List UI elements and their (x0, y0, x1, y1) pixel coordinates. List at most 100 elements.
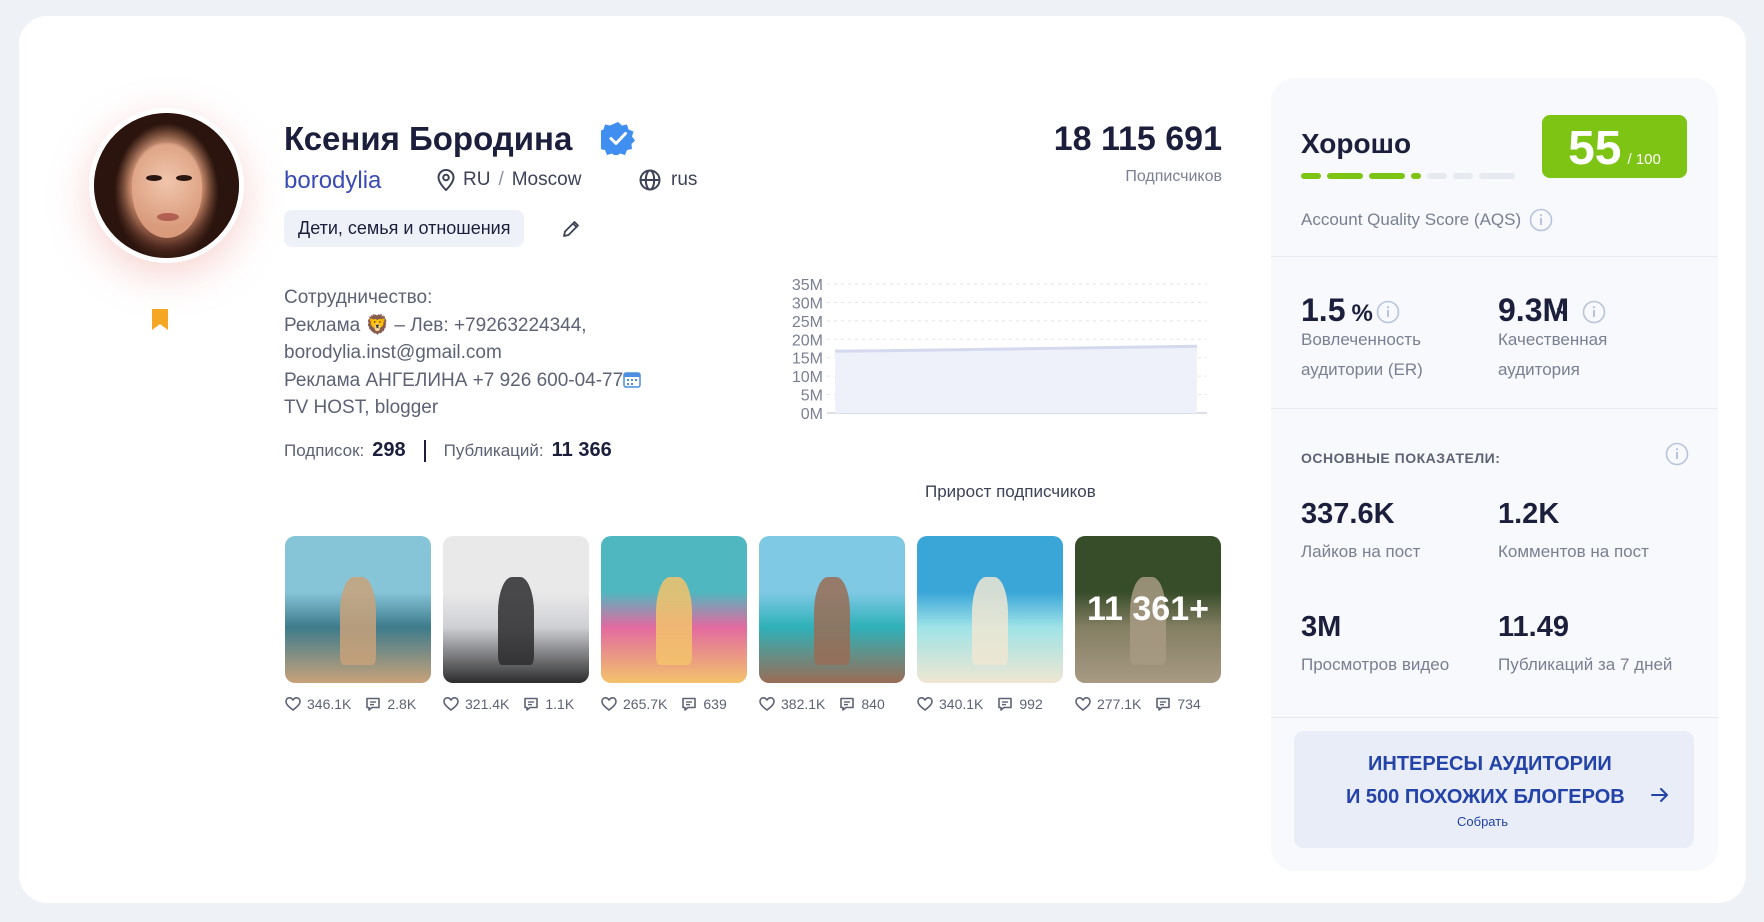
avatar[interactable] (89, 108, 244, 263)
heart-icon (1075, 696, 1091, 712)
post-stats: 382.1K 840 (759, 696, 905, 712)
weekly-posts-label: Публикаций за 7 дней (1498, 655, 1673, 674)
post-card[interactable]: 11 361+ 277.1K 734 (1075, 536, 1221, 712)
comment-icon (524, 697, 539, 711)
quality-bar-segment (1327, 173, 1363, 179)
comment-icon (998, 697, 1013, 711)
video-views-label: Просмотров видео (1301, 655, 1450, 674)
profile-counts: Подписок: 298 Публикаций: 11 366 (284, 439, 612, 462)
panel-divider (1271, 717, 1718, 718)
heart-icon (601, 696, 617, 712)
posts-label: Публикаций: (443, 440, 544, 460)
post-card[interactable]: 265.7K 639 (601, 536, 747, 712)
more-posts-overlay[interactable]: 11 361+ (1075, 536, 1221, 683)
post-stats: 340.1K 992 (917, 696, 1063, 712)
post-comments: 639 (703, 696, 727, 712)
post-card[interactable]: 321.4K 1.1K (443, 536, 589, 712)
arrow-right-icon (1651, 788, 1668, 802)
info-icon[interactable] (1529, 208, 1553, 232)
post-stats: 265.7K 639 (601, 696, 747, 712)
bio: Сотрудничество: Реклама 🦁 – Лев: +792632… (284, 284, 684, 422)
qa-label-line: аудитория (1498, 360, 1580, 379)
bio-line: TV HOST, blogger (284, 397, 439, 418)
chart-area (835, 346, 1197, 413)
chart-caption: Прирост подписчиков (925, 482, 1096, 501)
comments-per-post-value: 1.2K (1498, 498, 1560, 530)
language-value: rus (671, 169, 698, 190)
quality-progress (1301, 173, 1515, 179)
quality-bar-segment (1453, 173, 1473, 179)
post-thumbnail[interactable] (601, 536, 747, 683)
post-comments: 1.1K (545, 696, 575, 712)
location-city: Moscow (511, 169, 582, 190)
bio-line: Реклама АНГЕЛИНА +7 926 600-04-77 (284, 369, 624, 391)
post-thumbnail[interactable] (443, 536, 589, 683)
chart-y-tick: 20M (792, 332, 823, 349)
quality-bar-segment (1427, 173, 1447, 179)
heart-icon (917, 696, 933, 712)
post-thumbnail[interactable] (917, 536, 1063, 683)
comment-icon (1156, 697, 1171, 711)
profile-username[interactable]: borodylia (284, 167, 381, 195)
post-stats: 277.1K 734 (1075, 696, 1221, 712)
location-country: RU (463, 169, 491, 190)
counts-divider (423, 439, 426, 462)
chevron-down-icon[interactable] (1555, 304, 1569, 318)
chart-y-tick: 0M (801, 406, 823, 423)
key-metrics-title: ОСНОВНЫЕ ПОКАЗАТЕЛИ: (1301, 450, 1501, 466)
quality-bar-segment (1411, 173, 1421, 179)
er-value-row: 1.5% (1301, 292, 1373, 329)
comment-icon (366, 697, 381, 711)
following-label: Подписок: (284, 440, 365, 460)
quality-score-badge: 55 / 100 (1542, 115, 1687, 178)
comments-per-post-label: Комментов на пост (1498, 542, 1649, 561)
er-info-icon[interactable] (1376, 300, 1400, 324)
likes-per-post-value: 337.6K (1301, 498, 1395, 530)
post-likes: 277.1K (1097, 696, 1142, 712)
post-likes: 346.1K (307, 696, 352, 712)
heart-icon (759, 696, 775, 712)
post-thumbnail[interactable]: 11 361+ (1075, 536, 1221, 683)
chart-y-tick: 15M (792, 351, 823, 368)
chart-y-tick: 5M (801, 388, 823, 405)
bio-line: borodylia.inst@gmail.com (284, 342, 502, 363)
post-thumbnail[interactable] (285, 536, 431, 683)
location: RU / Moscow (437, 169, 581, 191)
post-card[interactable]: 340.1K 992 (917, 536, 1063, 712)
quality-score-max: / 100 (1627, 151, 1661, 168)
language: rus (639, 169, 697, 191)
stats-panel: Хорошо 55 / 100 Account Quality Score (A… (1271, 78, 1718, 871)
bio-line-with-icon: Реклама АНГЕЛИНА +7 926 600-04-77 (284, 367, 684, 395)
posts-count: 11 366 (551, 439, 612, 461)
verified-badge-icon (601, 122, 635, 155)
qa-info-icon[interactable] (1582, 300, 1606, 324)
quality-title: Хорошо (1301, 128, 1412, 159)
recent-posts: 346.1K 2.8K 321.4K 1.1K 265.7K 639 382.1K 840 34… (285, 536, 1221, 712)
post-likes: 382.1K (781, 696, 826, 712)
er-unit: % (1351, 300, 1373, 327)
bookmark-icon[interactable] (152, 309, 168, 330)
cta-line-2: И 500 ПОХОЖИХ БЛОГЕРОВ (1346, 786, 1625, 808)
er-label-line: аудитории (ER) (1301, 360, 1423, 379)
post-likes: 321.4K (465, 696, 510, 712)
er-label-line: Вовлеченность (1301, 330, 1421, 349)
post-comments: 840 (861, 696, 885, 712)
edit-pencil-icon[interactable] (561, 219, 581, 239)
post-stats: 321.4K 1.1K (443, 696, 589, 712)
qa-label: Качественная аудитория (1498, 325, 1607, 385)
post-stats: 346.1K 2.8K (285, 696, 431, 712)
calendar-icon (623, 371, 641, 388)
chart-y-tick: 25M (792, 314, 823, 331)
post-thumbnail[interactable] (759, 536, 905, 683)
post-card[interactable]: 382.1K 840 (759, 536, 905, 712)
er-value: 1.5 (1301, 292, 1346, 328)
profile-name: Ксения Бородина (284, 120, 573, 157)
followers-count: 18 115 691 (1053, 120, 1222, 158)
profile-card: Ксения Бородина borodylia RU / Moscow ru… (19, 16, 1746, 903)
post-comments: 992 (1019, 696, 1043, 712)
key-metrics-info-icon[interactable] (1665, 442, 1689, 466)
bio-line: Реклама 🦁 – Лев: +79263224344, (284, 314, 587, 336)
audience-interests-button[interactable]: ИНТЕРЕСЫ АУДИТОРИИ И 500 ПОХОЖИХ БЛОГЕРО… (1294, 731, 1694, 848)
post-likes: 340.1K (939, 696, 984, 712)
post-card[interactable]: 346.1K 2.8K (285, 536, 431, 712)
